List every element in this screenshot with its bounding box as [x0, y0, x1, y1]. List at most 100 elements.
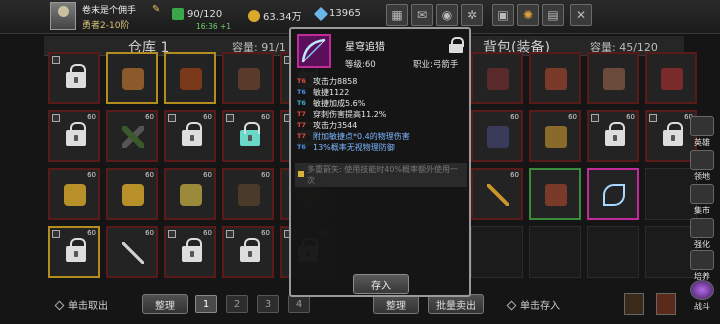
warehouse-slot[interactable]: 60: [222, 110, 274, 162]
store-button[interactable]: 存入: [353, 274, 409, 294]
event-button[interactable]: ✺: [517, 4, 539, 26]
warehouse-page-2[interactable]: 2: [226, 295, 248, 313]
backpack-slot[interactable]: [529, 168, 581, 220]
colorwheel-icon: ✺: [522, 8, 534, 22]
tooltip-item-class: 职业:弓箭手: [413, 60, 459, 70]
bow-icon: [603, 184, 625, 206]
gear-icon: ✲: [466, 8, 478, 22]
backpack-slot[interactable]: [529, 52, 581, 104]
item-tooltip: 星穹追猎 等级:60 职业:弓箭手 T6 攻击力8858 T6 敏捷1122 T6 敏…: [289, 27, 471, 297]
warehouse-page-1[interactable]: 1: [195, 295, 217, 313]
item-level: 60: [626, 113, 635, 121]
crossbow-icon: [122, 126, 144, 148]
boots-icon: [487, 68, 509, 90]
warehouse-slot[interactable]: 60: [106, 110, 158, 162]
gift-icon: ▣: [497, 8, 509, 22]
gem-value: 13965: [329, 8, 361, 19]
armor-icon: [661, 68, 683, 90]
diamond-icon: [54, 300, 65, 311]
side-menu-enhance[interactable]: 强化: [688, 218, 716, 250]
backpack-slot[interactable]: 60: [587, 110, 639, 162]
warehouse-slot[interactable]: [222, 52, 274, 104]
bulk-sell-button[interactable]: 批量卖出: [428, 294, 484, 314]
gloves-icon: [122, 68, 144, 90]
settings-button[interactable]: ✲: [461, 4, 483, 26]
backpack-slot-empty[interactable]: [471, 226, 523, 278]
warehouse-slot[interactable]: [48, 52, 100, 104]
backpack-slot[interactable]: [645, 52, 697, 104]
warehouse-slot[interactable]: 60: [164, 226, 216, 278]
tooltip-item-level: 等级:60: [345, 60, 376, 70]
side-menu-hero[interactable]: 英雄: [688, 116, 716, 148]
warehouse-slot[interactable]: 60: [106, 168, 158, 220]
take-out-hint: 单击取出: [54, 297, 108, 312]
warehouse-sort-button[interactable]: 整理: [142, 294, 188, 314]
warehouse-slot[interactable]: 60: [222, 168, 274, 220]
shop-cart-button[interactable]: ▦: [386, 4, 408, 26]
gold-coin-icon: [248, 9, 260, 22]
player-avatar[interactable]: [50, 2, 76, 30]
armor-icon: [545, 126, 567, 148]
warehouse-slot[interactable]: 60: [48, 168, 100, 220]
item-level: 60: [261, 113, 270, 121]
battle-button[interactable]: ✕: [570, 4, 592, 26]
bracer-icon: [545, 184, 567, 206]
stamina-value: 90/120: [187, 8, 223, 20]
backpack-sort-button[interactable]: 整理: [373, 294, 419, 314]
gauntlet-icon: [180, 184, 202, 206]
warehouse-slot[interactable]: [164, 52, 216, 104]
quality-icon: [226, 230, 234, 238]
backpack-slot[interactable]: 60: [471, 110, 523, 162]
unlock-icon[interactable]: [449, 37, 464, 53]
backpack-grid: 60 60 60 60 60: [471, 52, 697, 278]
mail-button[interactable]: ✉: [411, 4, 433, 26]
backpack-slot-selected[interactable]: [587, 168, 639, 220]
backpack-slot[interactable]: 60: [529, 110, 581, 162]
quality-icon: [52, 230, 60, 238]
locked-skill-text: 多重箭矢: 使用技能时40%概率额外使用一次: [307, 165, 459, 185]
inventory-button[interactable]: ▤: [542, 4, 564, 26]
backpack-slot[interactable]: [471, 52, 523, 104]
side-menu-battle[interactable]: 战斗: [688, 280, 716, 312]
mail-icon: ✉: [416, 8, 428, 22]
lock-icon: [663, 122, 683, 146]
item-level: 60: [568, 113, 577, 121]
warehouse-slot[interactable]: 60: [48, 226, 100, 278]
player-title: 勇者2-10阶: [82, 21, 130, 31]
lock-icon: [66, 64, 86, 88]
warehouse-slot[interactable]: 60: [222, 226, 274, 278]
stamina-display: 90/120: [172, 8, 222, 20]
item-level: 60: [510, 171, 519, 179]
warehouse-slot[interactable]: 60: [164, 110, 216, 162]
edit-icon[interactable]: ✎: [152, 4, 160, 15]
equipped-slot-1[interactable]: [624, 293, 644, 315]
backpack-slot[interactable]: [587, 52, 639, 104]
tooltip-item-name: 星穹追猎: [345, 42, 385, 53]
stamina-timer: 16:36 +1: [196, 22, 232, 31]
item-level: 60: [261, 171, 270, 179]
hammer-icon: [690, 218, 714, 238]
side-menu-market[interactable]: 集市: [688, 184, 716, 216]
quality-icon: [52, 56, 60, 64]
side-menu-train[interactable]: 培养: [688, 250, 716, 282]
warehouse-page-3[interactable]: 3: [257, 295, 279, 313]
warehouse-slot[interactable]: 60: [106, 226, 158, 278]
warehouse-slot[interactable]: 60: [164, 168, 216, 220]
warehouse-slot[interactable]: [106, 52, 158, 104]
item-level: 60: [203, 229, 212, 237]
gamepad-button[interactable]: ◉: [436, 4, 458, 26]
warehouse-page-4[interactable]: 4: [288, 295, 310, 313]
side-menu-territory[interactable]: 领地: [688, 150, 716, 182]
lock-icon: [240, 238, 260, 262]
backpack-slot[interactable]: 60: [471, 168, 523, 220]
gloves-icon: [180, 68, 202, 90]
item-level: 60: [145, 229, 154, 237]
item-level: 60: [510, 113, 519, 121]
backpack-slot-empty[interactable]: [529, 226, 581, 278]
backpack-slot-empty[interactable]: [587, 226, 639, 278]
equipped-slot-2[interactable]: [656, 293, 676, 315]
warehouse-slot[interactable]: 60: [48, 110, 100, 162]
player-name: 卷末是个佣手: [82, 6, 137, 16]
gift-button[interactable]: ▣: [492, 4, 514, 26]
lock-icon: [182, 122, 202, 146]
